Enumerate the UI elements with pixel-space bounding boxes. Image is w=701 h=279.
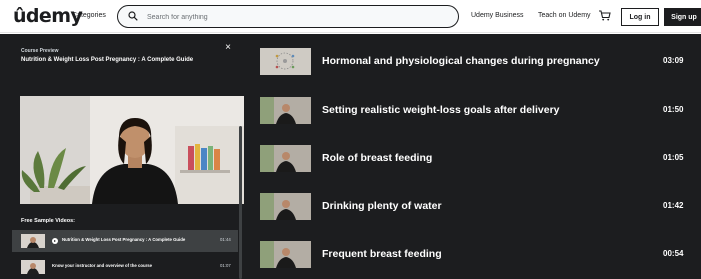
sample-thumbnail: [21, 234, 45, 248]
lecture-title: Hormonal and physiological changes durin…: [322, 55, 600, 67]
sample-video-title: Know your instructor and overview of the…: [52, 263, 153, 268]
course-preview-overlay: Course Preview Nutrition & Weight Loss P…: [0, 34, 701, 279]
lecture-thumbnail: [260, 241, 311, 268]
search-input[interactable]: [147, 11, 447, 23]
sample-video-title: Nutrition & Weight Loss Post Pregnancy :…: [62, 237, 186, 242]
udemy-business-link[interactable]: Udemy Business: [471, 12, 524, 19]
course-title: Nutrition & Weight Loss Post Pregnancy :…: [21, 57, 194, 63]
lecture-title: Frequent breast feeding: [322, 248, 442, 260]
lecture-duration: 01:50: [663, 105, 684, 114]
lecture-thumbnail: [260, 145, 311, 172]
video-frame-illustration: [20, 96, 244, 204]
play-icon: [52, 238, 58, 244]
close-icon[interactable]: ×: [223, 43, 233, 53]
free-sample-videos-heading: Free Sample Videos:: [21, 218, 76, 224]
search-bar[interactable]: [117, 5, 459, 28]
search-icon[interactable]: [128, 11, 138, 21]
lecture-item[interactable]: Setting realistic weight-loss goals afte…: [258, 95, 701, 125]
lecture-thumbnail: [260, 48, 311, 75]
login-button[interactable]: Log in: [621, 8, 659, 26]
sample-video-item[interactable]: Nutrition & Weight Loss Post Pregnancy :…: [12, 230, 238, 252]
lecture-thumbnail: [260, 97, 311, 124]
lecture-item[interactable]: Drinking plenty of water 01:42: [258, 191, 701, 221]
video-player[interactable]: [20, 96, 244, 204]
lecture-thumbnail: [260, 193, 311, 220]
course-preview-panel: Course Preview Nutrition & Weight Loss P…: [12, 40, 244, 279]
teach-on-udemy-link[interactable]: Teach on Udemy: [538, 12, 591, 19]
sample-video-duration: 01:07: [220, 263, 231, 268]
sample-list-scrollbar[interactable]: [239, 126, 242, 279]
cart-icon[interactable]: [598, 9, 611, 22]
panel-eyebrow: Course Preview: [21, 48, 59, 54]
sample-video-duration: 01:44: [220, 237, 231, 242]
lecture-title: Role of breast feeding: [322, 152, 433, 164]
categories-link[interactable]: Categories: [72, 12, 106, 19]
signup-button[interactable]: Sign up: [664, 8, 701, 26]
lecture-duration: 03:09: [663, 56, 684, 65]
lecture-title: Drinking plenty of water: [322, 200, 442, 212]
top-navigation-bar: ûdemy Categories Udemy Business Teach on…: [0, 0, 701, 33]
lecture-item[interactable]: Role of breast feeding 01:05: [258, 143, 701, 173]
lecture-duration: 00:54: [663, 249, 684, 258]
lecture-duration: 01:05: [663, 153, 684, 162]
sample-video-item[interactable]: Know your instructor and overview of the…: [12, 256, 238, 278]
lecture-item[interactable]: Hormonal and physiological changes durin…: [258, 46, 701, 76]
lecture-title: Setting realistic weight-loss goals afte…: [322, 104, 560, 116]
lecture-duration: 01:42: [663, 201, 684, 210]
sample-thumbnail: [21, 260, 45, 274]
lecture-item[interactable]: Frequent breast feeding 00:54: [258, 239, 701, 269]
